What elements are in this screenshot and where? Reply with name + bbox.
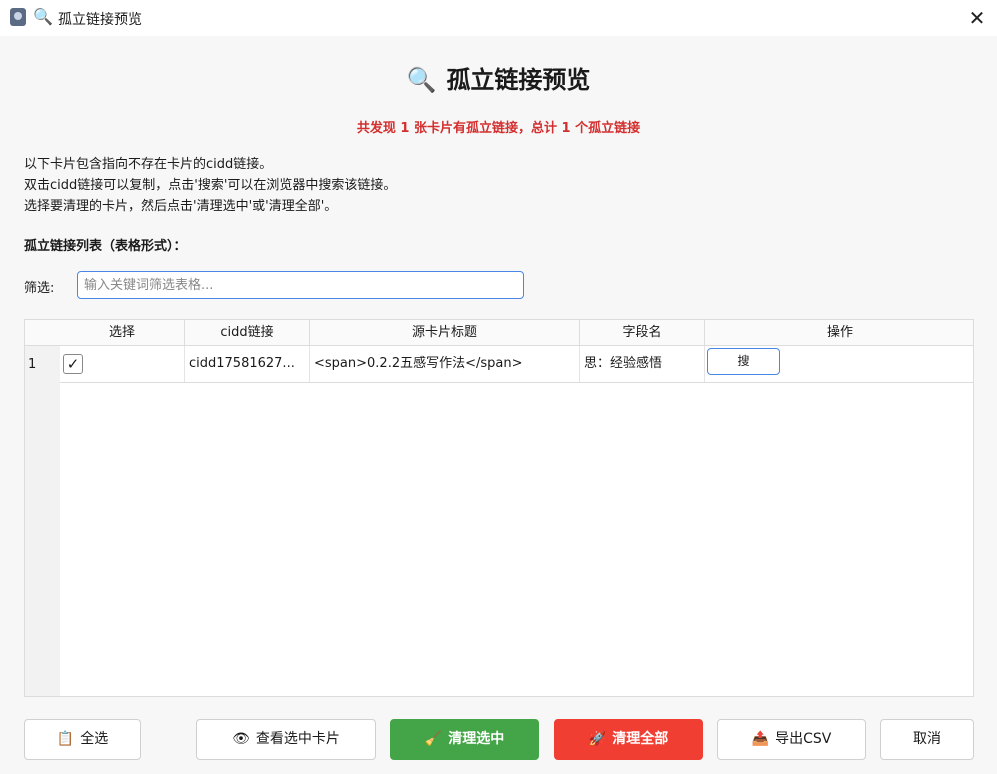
clean-selected-button[interactable]: 🧹 清理选中	[390, 719, 539, 760]
broom-icon: 🧹	[424, 731, 443, 747]
filter-input[interactable]	[77, 271, 524, 299]
eye-icon: 👁	[232, 731, 250, 747]
export-csv-label: 导出CSV	[775, 731, 832, 747]
cancel-button[interactable]: 取消	[880, 719, 974, 760]
select-all-label: 全选	[80, 731, 109, 747]
clean-all-button[interactable]: 🚀 清理全部	[554, 719, 703, 760]
magnifier-icon: 🔍	[33, 7, 53, 26]
clean-all-label: 清理全部	[612, 731, 669, 747]
row-checkbox[interactable]: ✓	[63, 354, 83, 374]
search-emoji-icon: 🔍	[406, 66, 437, 94]
description-line: 以下卡片包含指向不存在卡片的cidd链接。	[24, 157, 273, 172]
page-title: 🔍 孤立链接预览	[0, 60, 997, 95]
column-header-field[interactable]: 字段名	[580, 320, 705, 346]
clipboard-icon: 📋	[56, 731, 75, 747]
column-header-cidd[interactable]: cidd链接	[185, 320, 310, 346]
description: 以下卡片包含指向不存在卡片的cidd链接。 双击cidd链接可以复制，点击'搜索…	[24, 154, 396, 217]
select-all-button[interactable]: 📋 全选	[24, 719, 141, 760]
close-icon[interactable]: ✕	[963, 4, 991, 32]
table-cell-field[interactable]: 思：经验感悟	[580, 346, 705, 383]
corner-header	[25, 320, 61, 346]
rocket-icon: 🚀	[588, 731, 607, 747]
app-icon	[10, 8, 26, 26]
title-bar: 🔍 孤立链接预览 ✕	[0, 0, 997, 36]
column-header-action[interactable]: 操作	[705, 320, 973, 346]
export-icon: 📤	[751, 731, 770, 747]
description-line: 选择要清理的卡片，然后点击'清理选中'或'清理全部'。	[24, 199, 338, 214]
page-title-text: 孤立链接预览	[446, 66, 591, 94]
filter-label: 筛选:	[24, 281, 55, 296]
description-line: 双击cidd链接可以复制，点击'搜索'可以在浏览器中搜索该链接。	[24, 178, 397, 193]
window-title: 孤立链接预览	[58, 12, 142, 28]
summary-text: 共发现 1 张卡片有孤立链接，总计 1 个孤立链接	[356, 121, 641, 136]
export-csv-button[interactable]: 📤 导出CSV	[717, 719, 866, 760]
list-label: 孤立链接列表（表格形式）：	[24, 239, 187, 254]
orphan-links-table: 选择 cidd链接 源卡片标题 字段名 操作 1 ✓ cidd17581627.…	[24, 319, 974, 697]
table-cell-source-title[interactable]: <span>0.2.2五感写作法</span>	[310, 346, 580, 383]
view-selected-button[interactable]: 👁 查看选中卡片	[196, 719, 376, 760]
search-button[interactable]: 搜	[707, 348, 780, 375]
column-header-select[interactable]: 选择	[60, 320, 185, 346]
view-selected-label: 查看选中卡片	[255, 731, 340, 747]
clean-selected-label: 清理选中	[448, 731, 505, 747]
column-header-source-title[interactable]: 源卡片标题	[310, 320, 580, 346]
row-number: 1	[28, 357, 37, 372]
table-cell-cidd[interactable]: cidd17581627...	[185, 346, 310, 383]
